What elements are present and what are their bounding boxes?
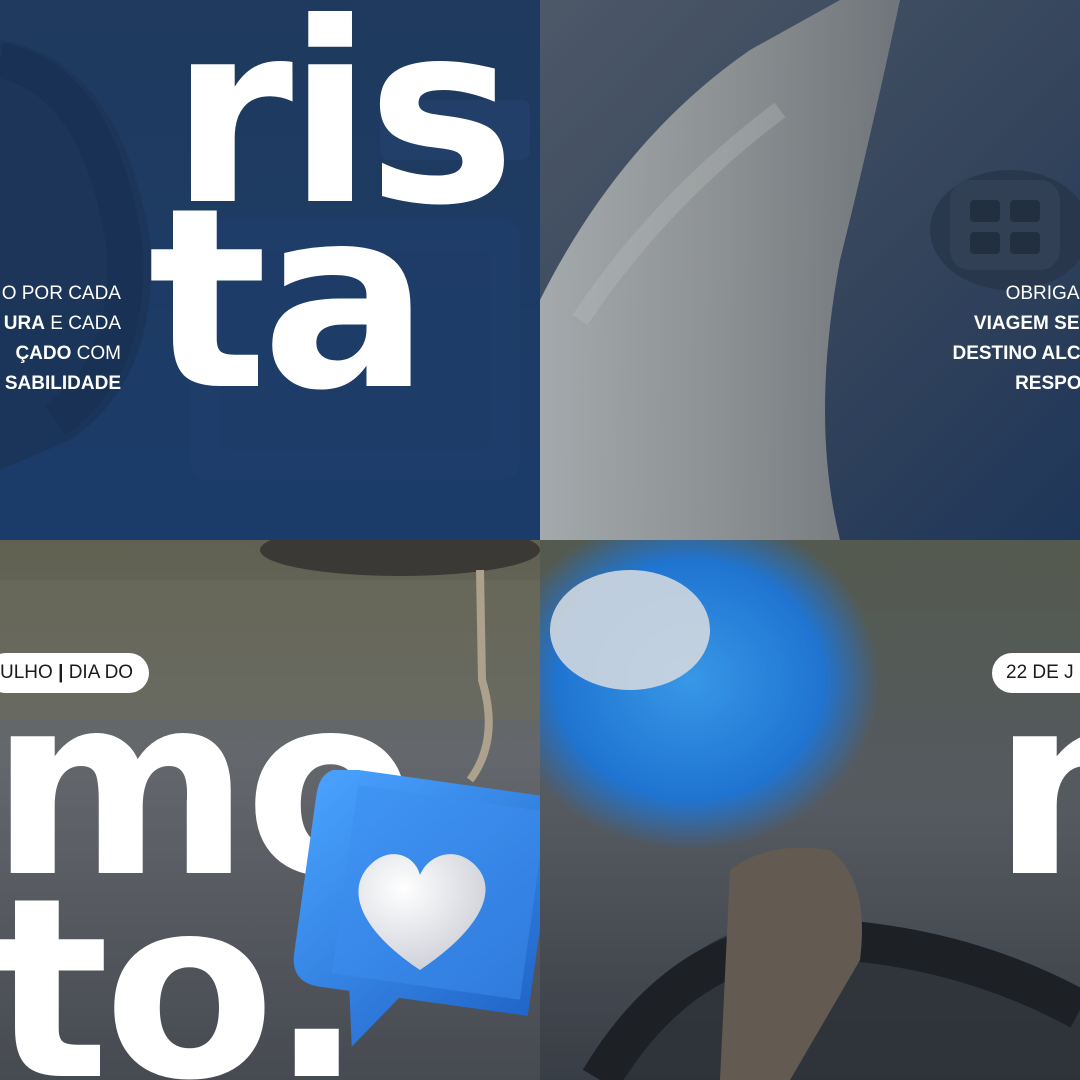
tile-top-right: OBRIGADO VIAGEM SEGU DESTINO ALCAN RESPO… xyxy=(540,0,1080,540)
message-line: ÇADO COM xyxy=(15,343,121,364)
message-line: DESTINO ALCAN xyxy=(952,343,1080,364)
message-line: URA E CADA xyxy=(3,313,121,334)
headline-n: n xyxy=(992,662,1080,912)
tile-top-left: ris ta O POR CADA URA E CADA ÇADO COM SA… xyxy=(0,0,540,540)
message-line: O POR CADA xyxy=(1,283,121,304)
message-line: VIAGEM SEGU xyxy=(973,313,1080,334)
tile-bottom-right: 22 DE J n xyxy=(540,540,1080,1080)
message-line: RESPONS xyxy=(1015,373,1080,394)
driver-arm-photo xyxy=(540,0,1080,540)
thank-you-message: O POR CADA URA E CADA ÇADO COM SABILIDAD… xyxy=(2,279,121,399)
like-bubble-icon xyxy=(293,770,540,1047)
message-line: SABILIDADE xyxy=(4,373,121,394)
headline-ta: ta xyxy=(148,154,430,445)
message-line: OBRIGADO xyxy=(1005,283,1080,304)
thank-you-message: OBRIGADO VIAGEM SEGU DESTINO ALCAN RESPO… xyxy=(908,279,1080,399)
tile-bottom-left: ULHO | DIA DO mo to. xyxy=(0,540,540,1080)
